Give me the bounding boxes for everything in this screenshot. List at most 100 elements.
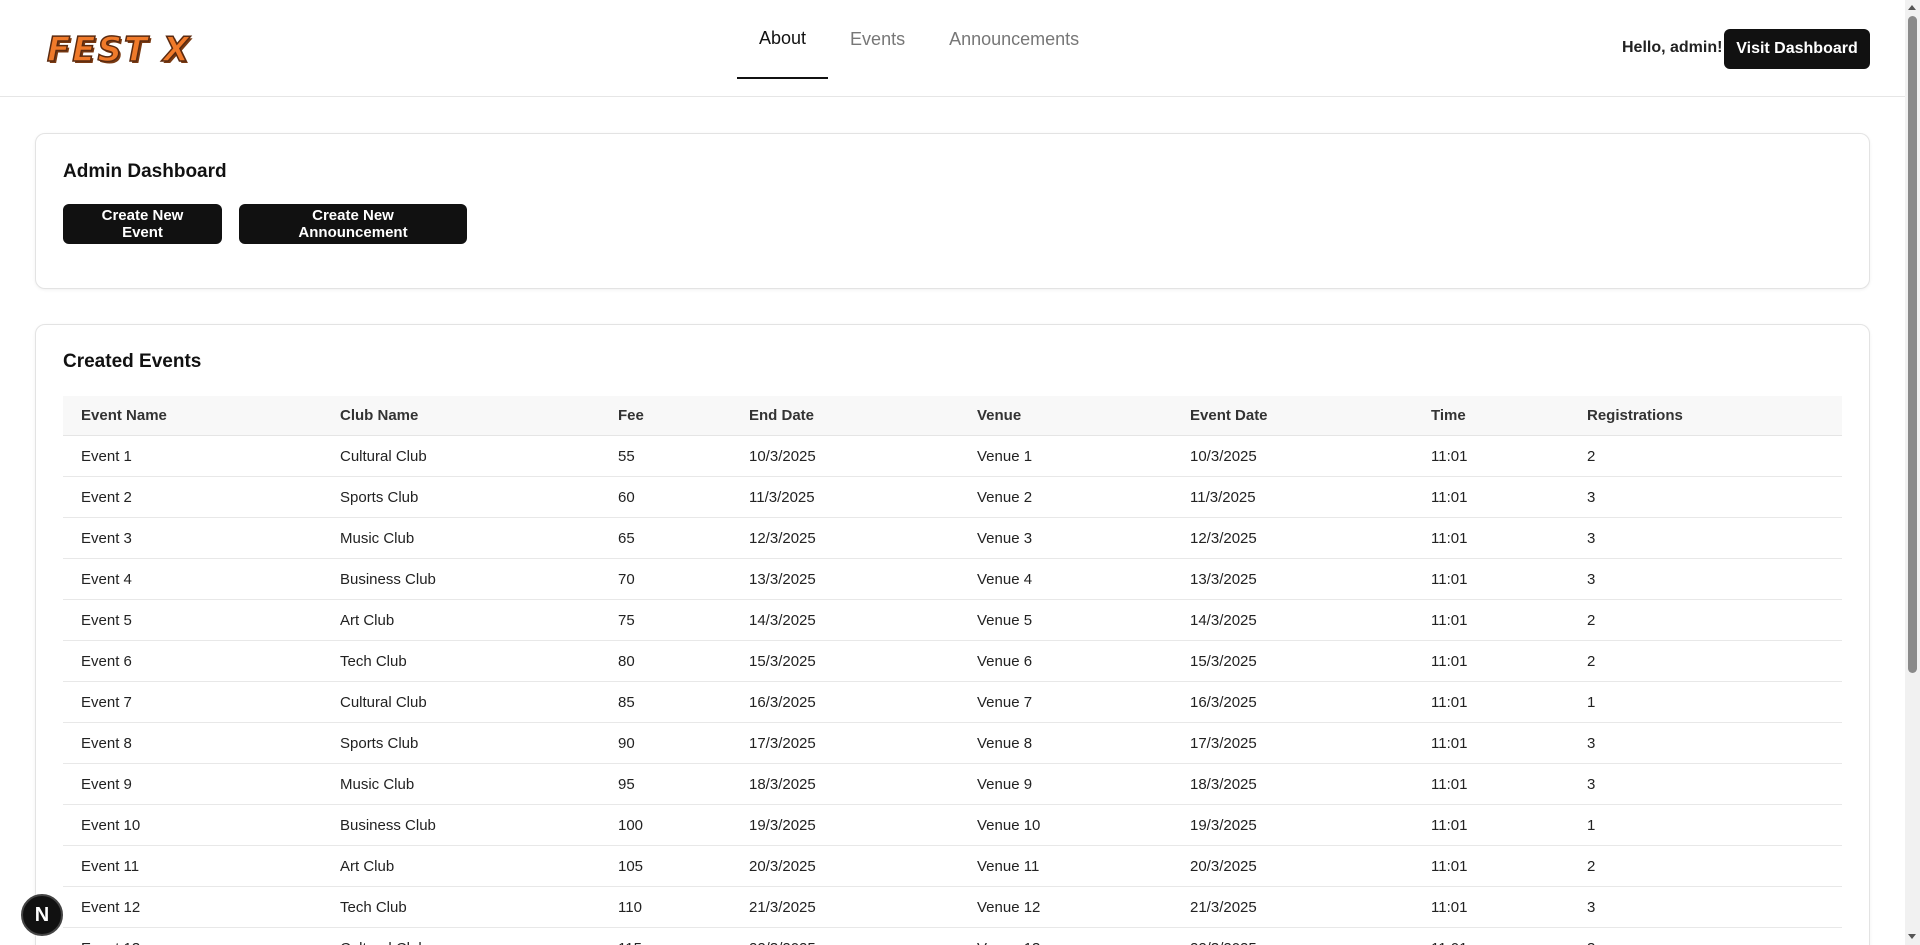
column-header: Time <box>1431 407 1466 424</box>
table-cell: 22/3/2025 <box>1172 940 1413 945</box>
table-cell: 3 <box>1587 734 1596 752</box>
table-cell: 13/3/2025 <box>1190 570 1257 588</box>
table-cell: 16/3/2025 <box>1190 693 1257 711</box>
nextjs-dev-badge[interactable]: N <box>21 894 63 936</box>
column-header: Event Date <box>1190 407 1268 424</box>
table-row[interactable]: Event 5 Art Club 75 14/3/2025 Venue 5 14/3/20… <box>63 600 1842 641</box>
table-row[interactable]: Event 9 Music Club 95 18/3/2025 Venue 9 18/3/… <box>63 764 1842 805</box>
table-cell: 11:01 <box>1431 693 1468 711</box>
table-cell: Event 13 <box>63 940 322 945</box>
table-cell: Event 8 <box>81 734 132 752</box>
table-cell: Venue 2 <box>977 488 1033 506</box>
table-row[interactable]: Event 3 Music Club 65 12/3/2025 Venue 3 12/3/… <box>63 518 1842 559</box>
table-cell: Music Club <box>340 775 415 793</box>
nav-tab-about[interactable]: About <box>737 0 829 79</box>
table-cell: Cultural Club <box>340 693 427 711</box>
table-cell: Business Club <box>340 570 436 588</box>
table-row[interactable]: Event 7 Cultural Club 85 16/3/2025 Venue 7 16… <box>63 682 1842 723</box>
table-cell: 11:01 <box>1431 857 1468 875</box>
page-scrollbar[interactable] <box>1905 0 1920 945</box>
scroll-up-arrow-icon[interactable] <box>1908 5 1916 10</box>
table-row[interactable]: Event 8 Sports Club 90 17/3/2025 Venue 8 17/3… <box>63 723 1842 764</box>
table-cell: 2 <box>1587 652 1596 670</box>
table-cell: 60 <box>618 488 635 506</box>
table-cell: Cultural Club <box>340 447 427 465</box>
table-row[interactable]: Event 12 Tech Club 110 21/3/2025 Venue 12 21/… <box>63 887 1842 928</box>
table-cell: Event 9 <box>81 775 132 793</box>
table-cell: Music Club <box>340 529 415 547</box>
table-cell: Cultural Club <box>322 940 600 945</box>
fest-x-logo[interactable]: FEST X <box>46 29 191 71</box>
table-cell: 3 <box>1587 488 1596 506</box>
table-cell: 11:01 <box>1431 529 1468 547</box>
scroll-down-arrow-icon[interactable] <box>1908 934 1916 939</box>
column-header: Fee <box>618 407 644 424</box>
table-cell: 65 <box>618 529 635 547</box>
table-cell: Sports Club <box>340 734 419 752</box>
table-cell: 2 <box>1587 611 1596 629</box>
table-cell: Event 6 <box>81 652 132 670</box>
table-cell: 10/3/2025 <box>1190 447 1257 465</box>
table-cell: Event 12 <box>81 898 141 916</box>
table-cell: 21/3/2025 <box>1190 898 1257 916</box>
column-header: Club Name <box>340 407 419 424</box>
table-row[interactable]: Event 10 Business Club 100 19/3/2025 Venue 1… <box>63 805 1842 846</box>
table-cell: 18/3/2025 <box>749 775 816 793</box>
table-row[interactable]: Event 1 Cultural Club 55 10/3/2025 Venue 1 10… <box>63 436 1842 477</box>
table-cell: 105 <box>618 857 644 875</box>
table-cell: Business Club <box>340 816 436 834</box>
table-cell: 21/3/2025 <box>749 898 816 916</box>
table-row[interactable]: Event 6 Tech Club 80 15/3/2025 Venue 6 15/3/2… <box>63 641 1842 682</box>
table-cell: Venue 11 <box>977 857 1040 875</box>
events-table: Event Name Club Name Fee End Date Venue Event… <box>63 396 1842 945</box>
table-cell: Event 1 <box>81 447 132 465</box>
table-cell: 1 <box>1587 693 1596 711</box>
table-cell: 2 <box>1587 447 1596 465</box>
created-events-title: Created Events <box>63 351 202 372</box>
table-cell: 10/3/2025 <box>749 447 816 465</box>
table-cell: Venue 1 <box>977 447 1033 465</box>
table-cell: Event 11 <box>81 857 140 875</box>
table-cell: 3 <box>1587 529 1596 547</box>
table-cell: Tech Club <box>340 898 407 916</box>
table-cell: 11:01 <box>1431 570 1468 588</box>
table-cell: Event 7 <box>81 693 132 711</box>
table-cell: Venue 10 <box>977 816 1041 834</box>
scroll-thumb[interactable] <box>1908 16 1917 673</box>
table-row[interactable]: Event 2 Sports Club 60 11/3/2025 Venue 2 11/3… <box>63 477 1842 518</box>
table-cell: 13/3/2025 <box>749 570 816 588</box>
table-cell: Event 4 <box>81 570 132 588</box>
admin-dashboard-title: Admin Dashboard <box>63 161 227 182</box>
table-row[interactable]: Event 11 Art Club 105 20/3/2025 Venue 11 20/3… <box>63 846 1842 887</box>
nav-tab-events[interactable]: Events <box>828 0 927 79</box>
table-cell: 12/3/2025 <box>1190 529 1257 547</box>
table-cell: 11:01 <box>1431 488 1468 506</box>
table-cell: 11:01 <box>1431 775 1468 793</box>
nav-tab-label: Events <box>850 29 906 49</box>
table-cell: Venue 6 <box>977 652 1033 670</box>
top-header: FEST X About Events Announcements Hello,… <box>0 0 1905 97</box>
table-cell: 14/3/2025 <box>749 611 816 629</box>
table-cell: Tech Club <box>340 652 407 670</box>
nav-tab-announcements[interactable]: Announcements <box>927 0 1101 79</box>
table-cell: 3 <box>1569 940 1842 945</box>
table-cell: Venue 4 <box>977 570 1033 588</box>
table-cell: 18/3/2025 <box>1190 775 1257 793</box>
table-cell: 11:01 <box>1431 816 1468 834</box>
table-cell: Venue 3 <box>977 529 1033 547</box>
table-cell: Venue 13 <box>959 940 1172 945</box>
table-cell: 17/3/2025 <box>749 734 816 752</box>
create-event-button[interactable]: Create New Event <box>63 204 222 244</box>
column-header: Venue <box>977 407 1022 424</box>
table-row[interactable]: Event 4 Business Club 70 13/3/2025 Venue 4 13… <box>63 559 1842 600</box>
table-cell: Venue 12 <box>977 898 1041 916</box>
create-announcement-button[interactable]: Create New Announcement <box>239 204 467 244</box>
table-cell: Art Club <box>340 857 395 875</box>
table-cell: 3 <box>1587 570 1596 588</box>
table-cell: 19/3/2025 <box>1190 816 1257 834</box>
table-cell: 15/3/2025 <box>1190 652 1257 670</box>
table-row[interactable]: Event 13Cultural Club11522/3/2025Venue 1… <box>63 928 1842 945</box>
table-cell: 11/3/2025 <box>1190 488 1256 506</box>
visit-dashboard-button[interactable]: Visit Dashboard <box>1724 29 1870 69</box>
table-cell: 19/3/2025 <box>749 816 816 834</box>
